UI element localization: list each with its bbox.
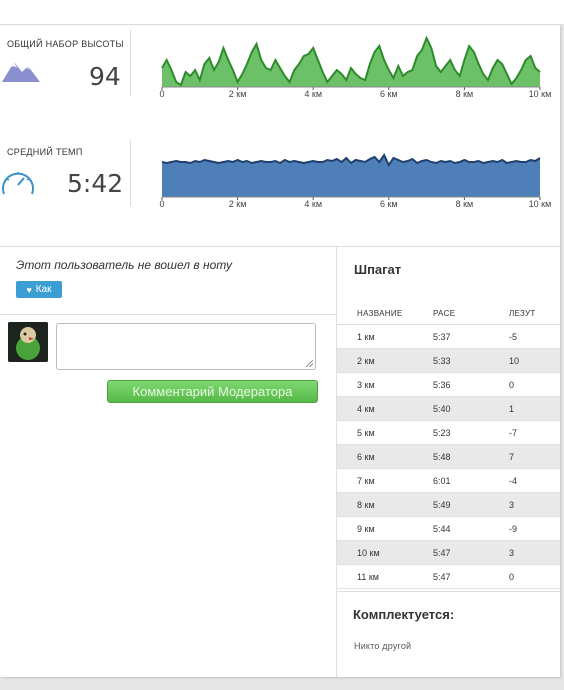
table-row: 9 км 5:44 -9 [337, 516, 560, 541]
split-elevation: 0 [509, 564, 560, 589]
axis-tick-label: 2 км [229, 89, 247, 99]
split-name: 8 км [337, 492, 433, 517]
axis-tick-label: 10 км [529, 199, 552, 209]
split-pace: 5:44 [433, 516, 509, 541]
table-header-row: НАЗВАНИЕ PACE ЛЕЗУТ [337, 302, 560, 325]
completed-title: Комплектуется: [353, 607, 455, 622]
axis-tick-label: 0 [159, 89, 164, 99]
elevation-chart: 0 2 км 4 км 6 км 8 км 10 км [159, 35, 552, 99]
pace-chart: 0 2 км 4 км 6 км 8 км 10 км [159, 152, 552, 209]
split-pace: 5:36 [433, 372, 509, 397]
mountain-icon [2, 62, 40, 82]
split-elevation: -9 [509, 516, 560, 541]
axis-tick-label: 4 км [304, 89, 322, 99]
axis-tick-label: 2 км [229, 199, 247, 209]
elevation-axis: 0 2 км 4 км 6 км 8 км 10 км [159, 86, 552, 99]
split-pace: 5:47 [433, 540, 509, 565]
comment-input[interactable] [56, 323, 316, 370]
top-bar [0, 0, 564, 25]
split-name: 1 км [337, 324, 433, 349]
likes-text: Этот пользователь не вошел в ноту [16, 258, 232, 272]
axis-tick-label: 4 км [304, 199, 322, 209]
split-name: 4 км [337, 396, 433, 421]
table-row: 11 км 5:47 0 [337, 564, 560, 589]
split-name: 10 км [337, 540, 433, 565]
split-elevation: 7 [509, 444, 560, 469]
divider [0, 314, 336, 315]
split-elevation: -4 [509, 468, 560, 493]
table-row: 6 км 5:48 7 [337, 444, 560, 469]
like-label: Как [35, 284, 52, 295]
heart-icon: ♥ [26, 284, 32, 295]
table-row: 3 км 5:36 0 [337, 372, 560, 397]
split-elevation: 1 [509, 396, 560, 421]
split-name: 3 км [337, 372, 433, 397]
pace-value: 5:42 [67, 169, 124, 198]
divider [130, 30, 131, 96]
resize-grip-icon[interactable] [306, 360, 313, 367]
speedometer-icon [2, 172, 34, 195]
column-header-pace: PACE [433, 302, 509, 325]
table-row: 10 км 5:47 3 [337, 540, 560, 565]
split-pace: 5:47 [433, 564, 509, 589]
split-elevation: 3 [509, 492, 560, 517]
axis-tick-label: 8 км [456, 89, 474, 99]
split-pace: 5:49 [433, 492, 509, 517]
divider [337, 591, 560, 592]
split-name: 7 км [337, 468, 433, 493]
divider [130, 140, 131, 206]
split-pace: 5:33 [433, 348, 509, 373]
split-elevation: -5 [509, 324, 560, 349]
splits-table: НАЗВАНИЕ PACE ЛЕЗУТ 1 км 5:37 -5 2 км 5:33 10… [337, 302, 560, 589]
axis-tick-label: 0 [159, 199, 164, 209]
split-pace: 6:01 [433, 468, 509, 493]
axis-tick-label: 8 км [456, 199, 474, 209]
elevation-label: ОБЩИЙ НАБОР ВЫСОТЫ [7, 39, 124, 49]
split-pace: 5:48 [433, 444, 509, 469]
table-row: 8 км 5:49 3 [337, 492, 560, 517]
split-elevation: -7 [509, 420, 560, 445]
section-divider [0, 246, 560, 247]
elevation-value: 94 [89, 62, 121, 91]
table-row: 5 км 5:23 -7 [337, 420, 560, 445]
split-name: 11 км [337, 564, 433, 589]
split-pace: 5:37 [433, 324, 509, 349]
split-name: 9 км [337, 516, 433, 541]
split-elevation: 0 [509, 372, 560, 397]
table-row: 1 км 5:37 -5 [337, 324, 560, 349]
table-row: 4 км 5:40 1 [337, 396, 560, 421]
table-row: 2 км 5:33 10 [337, 348, 560, 373]
split-pace: 5:40 [433, 396, 509, 421]
pace-area [162, 155, 540, 197]
pace-axis: 0 2 км 4 км 6 км 8 км 10 км [159, 196, 552, 209]
split-name: 6 км [337, 444, 433, 469]
split-name: 5 км [337, 420, 433, 445]
like-button[interactable]: ♥ Как [16, 281, 62, 298]
axis-tick-label: 6 км [380, 199, 398, 209]
column-header-name: НАЗВАНИЕ [337, 302, 433, 325]
split-name: 2 км [337, 348, 433, 373]
table-row: 7 км 6:01 -4 [337, 468, 560, 493]
split-pace: 5:23 [433, 420, 509, 445]
column-header-elevation: ЛЕЗУТ [509, 302, 560, 325]
split-elevation: 10 [509, 348, 560, 373]
split-elevation: 3 [509, 540, 560, 565]
completed-text: Никто другой [354, 641, 412, 651]
pace-label: СРЕДНИЙ ТЕМП [7, 147, 83, 157]
moderator-comment-button[interactable]: Комментарий Модератора [107, 380, 318, 403]
axis-tick-label: 10 км [529, 89, 552, 99]
splits-title: Шпагат [354, 262, 402, 277]
pace-line [161, 152, 541, 168]
axis-tick-label: 6 км [380, 89, 398, 99]
avatar [8, 322, 48, 362]
